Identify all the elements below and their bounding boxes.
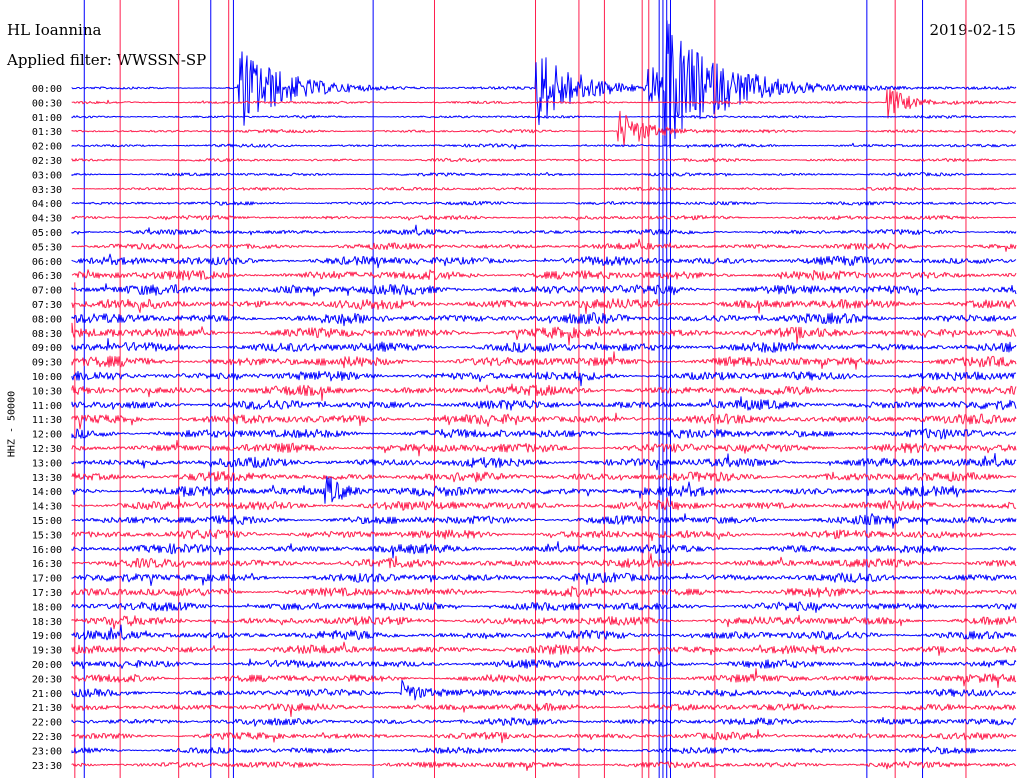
time-label: 02:30 [32,156,62,167]
time-label: 17:00 [32,574,62,585]
trace-line [71,186,1017,191]
trace-line [71,383,1017,401]
time-label: 05:30 [32,242,62,253]
trace-line [71,495,1017,511]
time-label: 01:00 [32,113,62,124]
trace-line [71,668,1017,688]
time-label: 19:00 [32,631,62,642]
trace-line [71,142,1017,150]
trace-line [71,541,1017,559]
trace-line [71,428,1017,440]
time-label: 10:00 [32,372,62,383]
trace-line [71,115,1017,119]
time-label: 00:30 [32,98,62,109]
time-label: 01:30 [32,127,62,138]
trace-line [71,746,1017,755]
time-label: 20:30 [32,674,62,685]
time-label: 14:30 [32,502,62,513]
trace-line [71,200,1017,206]
trace-line [71,253,1017,269]
trace-line [71,572,1017,586]
trace-line [71,171,1017,177]
time-label: 05:00 [32,228,62,239]
trace-line [71,322,1017,346]
trace-line [71,553,1017,569]
trace-line [71,238,1017,252]
time-label: 15:30 [32,530,62,541]
trace-line [71,614,1017,630]
time-label: 09:00 [32,343,62,354]
time-label: 13:00 [32,458,62,469]
time-label: 22:00 [32,718,62,729]
trace-line [71,471,1017,483]
time-label: 00:00 [32,84,62,95]
trace-line [71,529,1017,542]
trace-line [71,412,1017,430]
time-label: 17:30 [32,588,62,599]
helicorder-plot: 00:00 00:30 01:00 01:30 02:00 02:30 03:00 03:30… [32,0,1017,778]
time-label: 21:30 [32,703,62,714]
trace-line [71,338,1017,353]
trace-line [71,351,1017,370]
time-label: 23:30 [32,761,62,772]
trace-line [71,476,1017,504]
trace-line [71,624,1017,641]
time-label: 16:00 [32,545,62,556]
time-label: 11:30 [32,415,62,426]
trace-line [71,729,1017,744]
time-label: 23:00 [32,746,62,757]
time-label: 03:00 [32,170,62,181]
trace-line [71,312,1017,327]
trace-line [71,717,1017,727]
trace-line [71,370,1017,387]
trace-line [71,439,1017,457]
time-label: 18:00 [32,602,62,613]
trace-line [71,453,1017,471]
trace-line [71,157,1017,163]
time-label: 20:00 [32,660,62,671]
time-label: 04:30 [32,214,62,225]
time-label: 06:00 [32,257,62,268]
trace-line [71,641,1017,656]
trace-line [71,88,1017,119]
trace-line [71,658,1017,669]
trace-line [71,702,1017,717]
trace-line [71,224,1017,236]
time-label: 06:30 [32,271,62,282]
time-label: 02:00 [32,142,62,153]
time-label: 03:30 [32,185,62,196]
time-label: 04:00 [32,199,62,210]
time-label: 18:30 [32,617,62,628]
trace-line [71,20,1017,148]
trace-line [71,601,1017,613]
time-label: 22:30 [32,732,62,743]
time-label: 15:00 [32,516,62,527]
trace-line [71,269,1017,281]
time-label: 14:00 [32,487,62,498]
time-label: 12:00 [32,430,62,441]
time-labels: 00:00 00:30 01:00 01:30 02:00 02:30 03:00 03:30… [32,84,62,772]
trace-line [71,585,1017,598]
trace-line [71,298,1017,314]
time-label: 09:30 [32,358,62,369]
time-label: 12:30 [32,444,62,455]
time-label: 11:00 [32,401,62,412]
time-label: 16:30 [32,559,62,570]
trace-line [71,761,1017,771]
time-label: 19:30 [32,646,62,657]
time-label: 07:00 [32,286,62,297]
trace-line [71,396,1017,411]
time-label: 13:30 [32,473,62,484]
trace-line [71,283,1017,297]
time-label: 21:00 [32,689,62,700]
trace-line [71,214,1017,221]
trace-line [71,679,1017,701]
time-label: 08:00 [32,314,62,325]
time-label: 08:30 [32,329,62,340]
time-label: 10:30 [32,386,62,397]
time-label: 07:30 [32,300,62,311]
trace-lines [71,20,1017,771]
trace-line [71,513,1017,529]
